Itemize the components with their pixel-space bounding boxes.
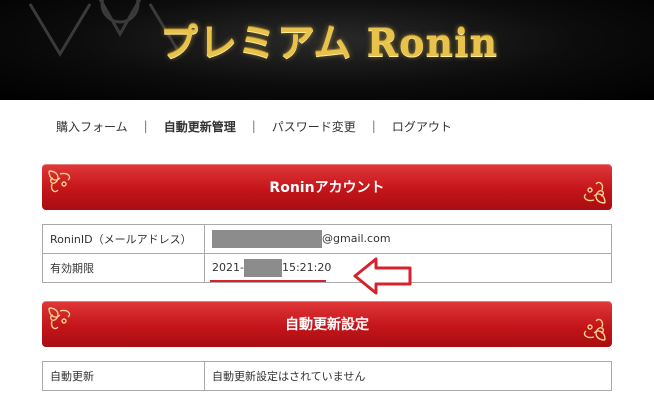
table-row: 自動更新 自動更新設定はされていません: [42, 361, 612, 391]
ornament-corner-icon: [583, 318, 606, 341]
auto-renew-table: 自動更新 自動更新設定はされていません: [42, 361, 612, 391]
ronin-id-label: RoninID（メールアドレス）: [42, 224, 205, 254]
annotation-arrow-icon: [353, 257, 412, 295]
nav-purchase-form[interactable]: 購入フォーム: [56, 118, 128, 135]
ornament-corner-icon: [583, 181, 606, 204]
redacted-email: [212, 230, 322, 248]
table-row: RoninID（メールアドレス） @gmail.com: [42, 224, 612, 254]
account-info-table: RoninID（メールアドレス） @gmail.com 有効期限 2021- 15…: [42, 224, 612, 283]
auto-renew-section-header: 自動更新設定: [42, 301, 612, 347]
auto-renew-value: 自動更新設定はされていません: [204, 361, 612, 391]
expiry-label: 有効期限: [42, 253, 205, 283]
site-logo[interactable]: プレミアム Ronin: [160, 12, 498, 74]
redacted-date: [243, 259, 282, 277]
table-row: 有効期限 2021- 15:21:20: [42, 253, 612, 283]
auto-renew-section-title: 自動更新設定: [285, 317, 369, 333]
expiry-time: 15:21:20: [281, 261, 332, 274]
nav-logout[interactable]: ログアウト: [392, 118, 452, 135]
auto-renew-label: 自動更新: [42, 361, 205, 391]
nav-separator: |: [251, 119, 256, 133]
ronin-id-value: @gmail.com: [204, 224, 612, 254]
expiry-date-prefix: 2021-: [212, 261, 244, 274]
nav-change-password[interactable]: パスワード変更: [272, 118, 356, 135]
ornament-corner-icon: [48, 307, 71, 330]
nav-separator: |: [371, 119, 376, 133]
header-banner: プレミアム Ronin: [0, 0, 654, 100]
email-domain: @gmail.com: [322, 232, 391, 245]
annotation-underline: [210, 280, 326, 282]
ornament-corner-icon: [48, 170, 71, 193]
account-section-header: Roninアカウント: [42, 164, 612, 210]
nav-auto-renew-management[interactable]: 自動更新管理: [164, 118, 236, 135]
account-section-title: Roninアカウント: [269, 180, 385, 196]
main-nav: 購入フォーム | 自動更新管理 | パスワード変更 | ログアウト: [56, 116, 452, 136]
nav-separator: |: [143, 119, 148, 133]
